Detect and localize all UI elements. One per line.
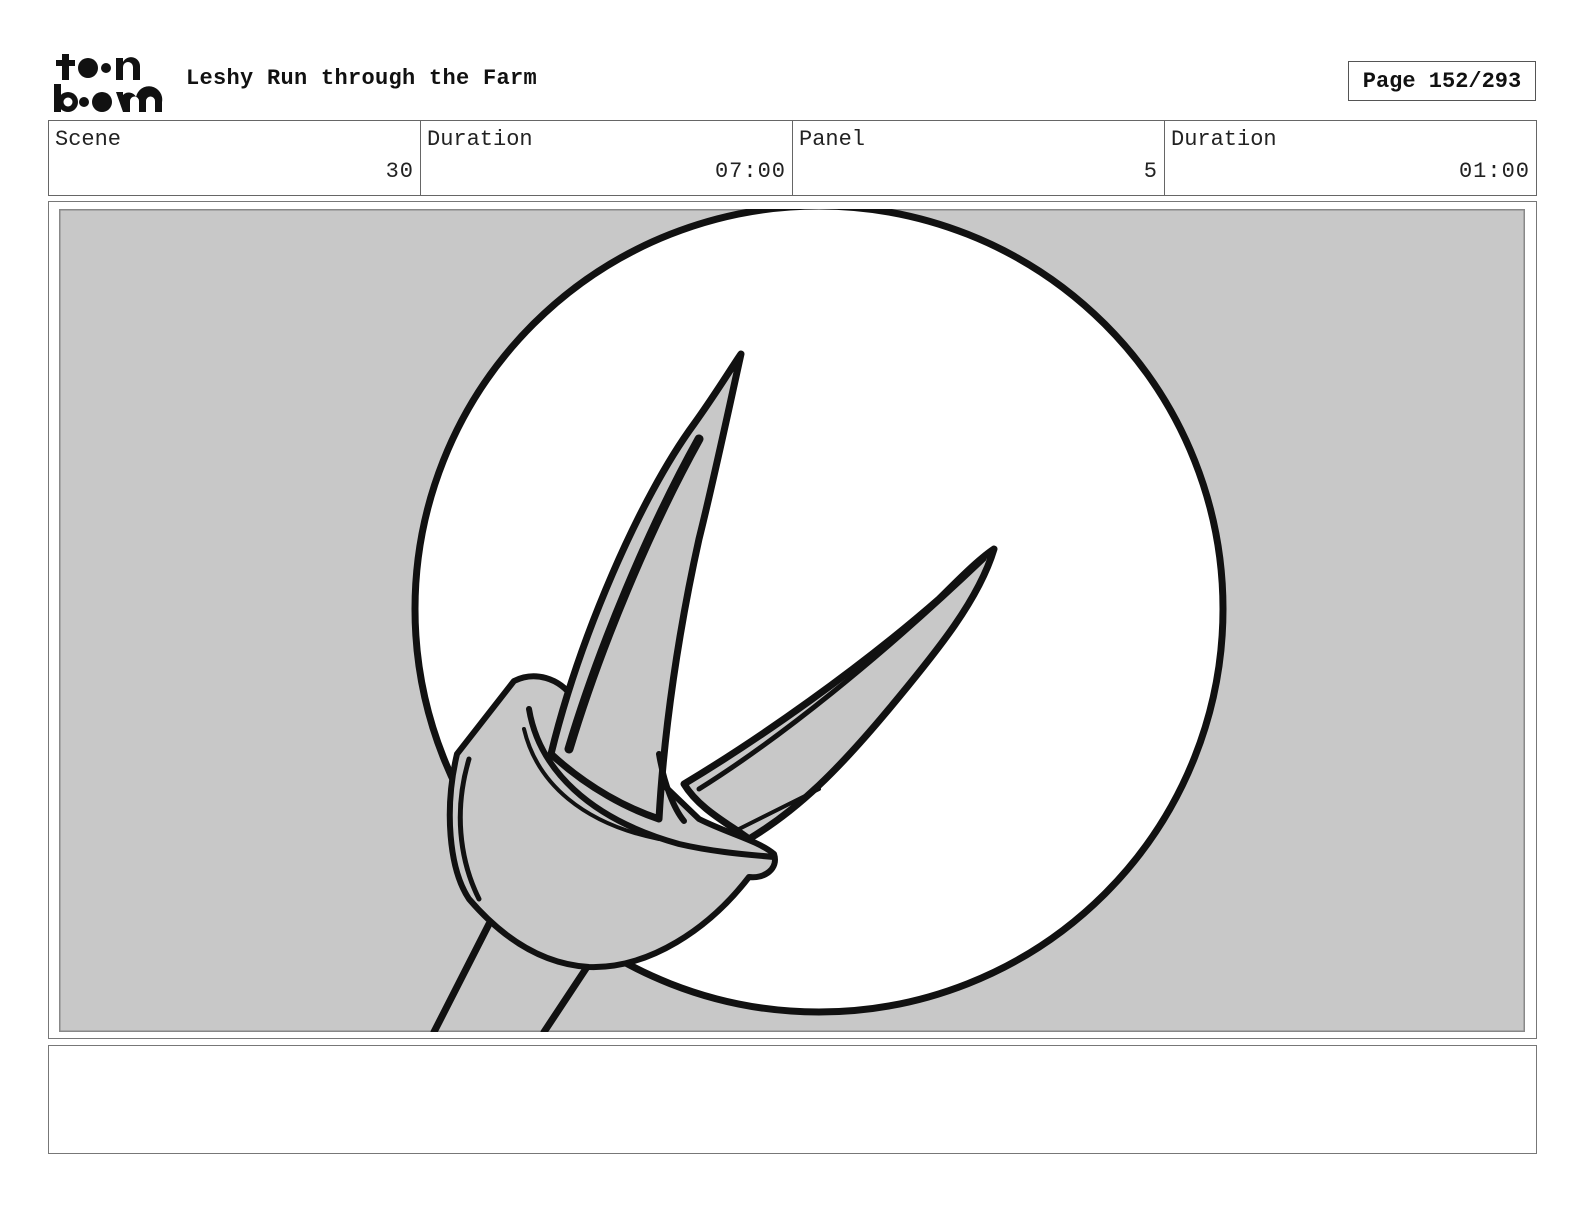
scene-duration-cell: Duration 07:00 xyxy=(421,121,793,195)
panel-label: Panel xyxy=(799,127,866,152)
project-title: Leshy Run through the Farm xyxy=(186,66,538,91)
page-indicator: Page 152/293 xyxy=(1348,61,1536,101)
scene-cell: Scene 30 xyxy=(49,121,421,195)
scene-value: 30 xyxy=(385,159,414,184)
scene-duration-value: 07:00 xyxy=(714,159,786,184)
panel-drawing xyxy=(59,209,1525,1032)
panel-duration-cell: Duration 01:00 xyxy=(1165,121,1536,195)
scene-duration-label: Duration xyxy=(427,127,533,152)
scene-label: Scene xyxy=(55,127,122,152)
toonboom-logo xyxy=(50,50,164,114)
panel-info-table: Scene 30 Duration 07:00 Panel 5 Duration… xyxy=(48,120,1537,196)
storyboard-panel xyxy=(48,201,1537,1039)
panel-duration-value: 01:00 xyxy=(1458,159,1530,184)
panel-value: 5 xyxy=(1143,159,1158,184)
panel-cell: Panel 5 xyxy=(793,121,1165,195)
panel-duration-label: Duration xyxy=(1171,127,1277,152)
panel-notes xyxy=(48,1045,1537,1154)
